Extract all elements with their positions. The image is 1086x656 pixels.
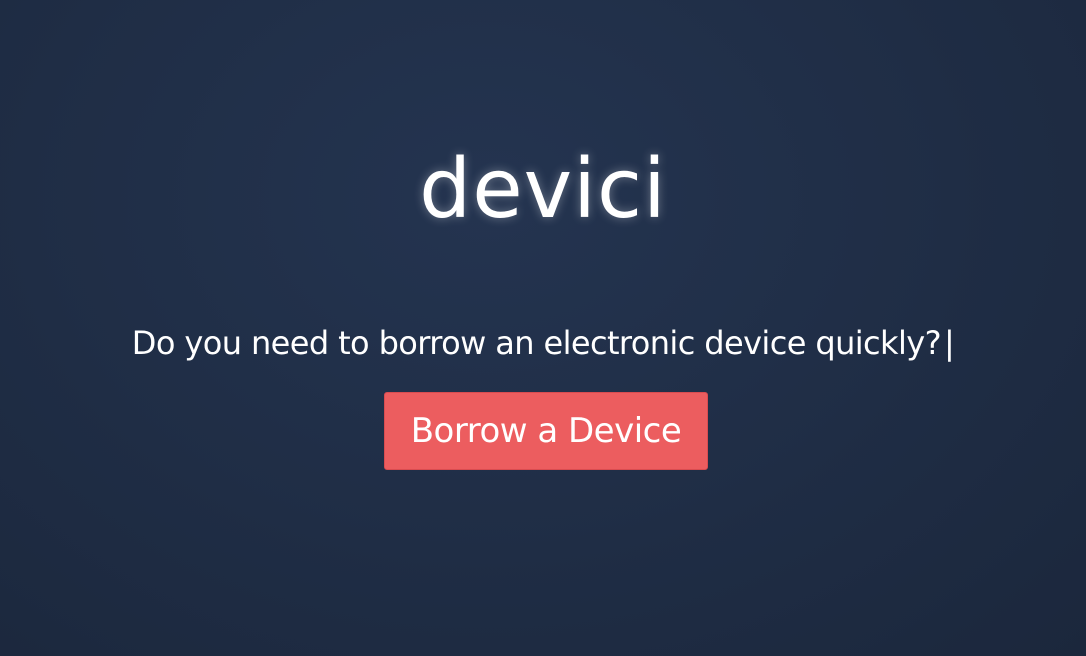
- borrow-device-button[interactable]: Borrow a Device: [384, 392, 708, 470]
- logo-text: devici: [419, 142, 667, 237]
- hero-section: devici Do you need to borrow an electron…: [0, 0, 1086, 656]
- tagline-text: Do you need to borrow an electronic devi…: [131, 324, 942, 362]
- tagline: Do you need to borrow an electronic devi…: [0, 321, 1086, 365]
- typing-cursor: |: [944, 324, 955, 362]
